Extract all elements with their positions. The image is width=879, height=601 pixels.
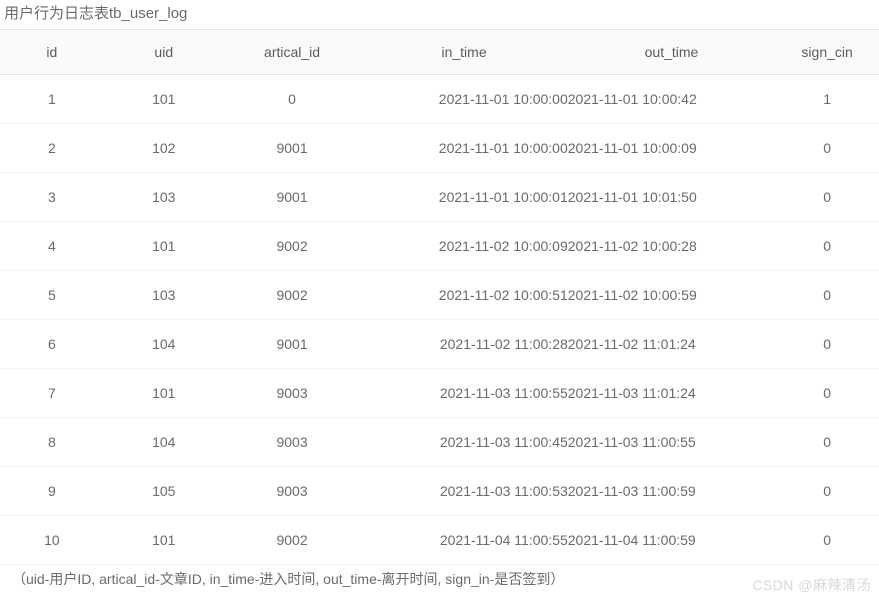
table-row: 10 101 9002 2021-11-04 11:00:55 2021-11-… (0, 516, 879, 565)
cell-uid: 102 (104, 124, 224, 173)
cell-id: 5 (0, 271, 104, 320)
table-row: 7 101 9003 2021-11-03 11:00:55 2021-11-0… (0, 369, 879, 418)
cell-artical-id: 9003 (224, 418, 360, 467)
cell-artical-id: 9001 (224, 173, 360, 222)
cell-sign-cin: 0 (775, 467, 879, 516)
cell-in-time: 2021-11-03 11:00:45 (360, 418, 567, 467)
cell-artical-id: 9003 (224, 467, 360, 516)
cell-sign-cin: 0 (775, 418, 879, 467)
cell-uid: 104 (104, 418, 224, 467)
col-header-id: id (0, 30, 104, 75)
table-row: 1 101 0 2021-11-01 10:00:00 2021-11-01 1… (0, 75, 879, 124)
cell-artical-id: 9001 (224, 124, 360, 173)
cell-artical-id: 9002 (224, 271, 360, 320)
cell-sign-cin: 0 (775, 173, 879, 222)
cell-uid: 105 (104, 467, 224, 516)
cell-sign-cin: 0 (775, 271, 879, 320)
cell-sign-cin: 0 (775, 369, 879, 418)
table-title: 用户行为日志表tb_user_log (0, 0, 879, 29)
cell-sign-cin: 0 (775, 320, 879, 369)
cell-id: 10 (0, 516, 104, 565)
col-header-sign-cin: sign_cin (775, 30, 879, 75)
cell-out-time: 2021-11-04 11:00:59 (568, 516, 775, 565)
cell-in-time: 2021-11-04 11:00:55 (360, 516, 567, 565)
cell-in-time: 2021-11-01 10:00:00 (360, 75, 567, 124)
col-header-artical-id: artical_id (224, 30, 360, 75)
cell-id: 9 (0, 467, 104, 516)
cell-uid: 104 (104, 320, 224, 369)
cell-uid: 101 (104, 222, 224, 271)
cell-uid: 101 (104, 75, 224, 124)
table-row: 8 104 9003 2021-11-03 11:00:45 2021-11-0… (0, 418, 879, 467)
table-row: 2 102 9001 2021-11-01 10:00:00 2021-11-0… (0, 124, 879, 173)
cell-in-time: 2021-11-03 11:00:53 (360, 467, 567, 516)
cell-in-time: 2021-11-02 10:00:51 (360, 271, 567, 320)
cell-out-time: 2021-11-03 11:00:59 (568, 467, 775, 516)
cell-out-time: 2021-11-02 10:00:28 (568, 222, 775, 271)
col-header-out-time: out_time (568, 30, 775, 75)
cell-artical-id: 9001 (224, 320, 360, 369)
col-header-uid: uid (104, 30, 224, 75)
cell-id: 1 (0, 75, 104, 124)
cell-out-time: 2021-11-02 10:00:59 (568, 271, 775, 320)
cell-out-time: 2021-11-01 10:01:50 (568, 173, 775, 222)
cell-id: 4 (0, 222, 104, 271)
cell-out-time: 2021-11-02 11:01:24 (568, 320, 775, 369)
cell-artical-id: 9003 (224, 369, 360, 418)
cell-uid: 101 (104, 516, 224, 565)
cell-id: 7 (0, 369, 104, 418)
cell-out-time: 2021-11-03 11:00:55 (568, 418, 775, 467)
cell-id: 3 (0, 173, 104, 222)
cell-in-time: 2021-11-01 10:00:01 (360, 173, 567, 222)
cell-artical-id: 9002 (224, 222, 360, 271)
cell-in-time: 2021-11-02 11:00:28 (360, 320, 567, 369)
cell-out-time: 2021-11-01 10:00:09 (568, 124, 775, 173)
cell-id: 6 (0, 320, 104, 369)
table-body: 1 101 0 2021-11-01 10:00:00 2021-11-01 1… (0, 75, 879, 565)
cell-sign-cin: 0 (775, 222, 879, 271)
table-row: 5 103 9002 2021-11-02 10:00:51 2021-11-0… (0, 271, 879, 320)
cell-sign-cin: 1 (775, 75, 879, 124)
cell-artical-id: 0 (224, 75, 360, 124)
cell-in-time: 2021-11-02 10:00:09 (360, 222, 567, 271)
cell-out-time: 2021-11-01 10:00:42 (568, 75, 775, 124)
cell-out-time: 2021-11-03 11:01:24 (568, 369, 775, 418)
table-header-row: id uid artical_id in_time out_time sign_… (0, 30, 879, 75)
table-row: 3 103 9001 2021-11-01 10:00:01 2021-11-0… (0, 173, 879, 222)
cell-uid: 103 (104, 173, 224, 222)
table-row: 9 105 9003 2021-11-03 11:00:53 2021-11-0… (0, 467, 879, 516)
footer-legend: （uid-用户ID, artical_id-文章ID, in_time-进入时间… (0, 565, 879, 589)
cell-uid: 101 (104, 369, 224, 418)
cell-sign-cin: 0 (775, 516, 879, 565)
cell-id: 2 (0, 124, 104, 173)
user-log-table: id uid artical_id in_time out_time sign_… (0, 29, 879, 565)
cell-artical-id: 9002 (224, 516, 360, 565)
table-row: 6 104 9001 2021-11-02 11:00:28 2021-11-0… (0, 320, 879, 369)
table-row: 4 101 9002 2021-11-02 10:00:09 2021-11-0… (0, 222, 879, 271)
cell-in-time: 2021-11-01 10:00:00 (360, 124, 567, 173)
cell-sign-cin: 0 (775, 124, 879, 173)
cell-id: 8 (0, 418, 104, 467)
cell-uid: 103 (104, 271, 224, 320)
col-header-in-time: in_time (360, 30, 567, 75)
cell-in-time: 2021-11-03 11:00:55 (360, 369, 567, 418)
